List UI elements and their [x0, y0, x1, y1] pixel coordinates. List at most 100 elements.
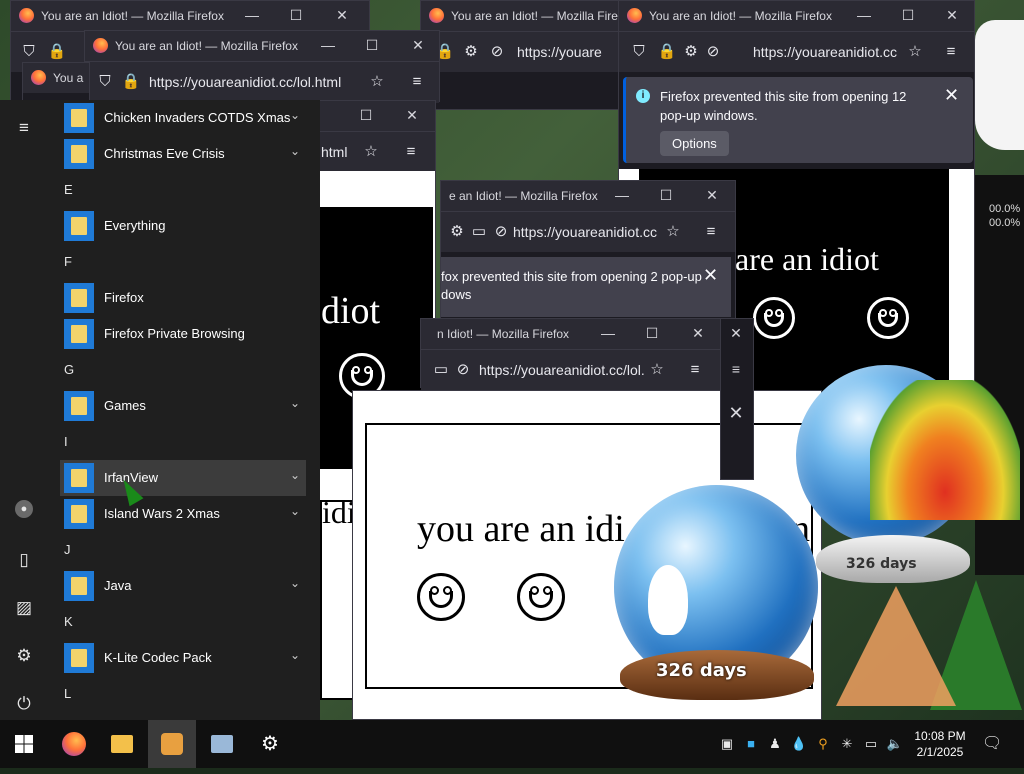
settings-icon[interactable]: ⚙	[12, 644, 36, 668]
firefox-window-9[interactable]: n Idiot! — Mozilla Firefox — ☐ ✕ ▭ ⊘ htt…	[420, 318, 722, 390]
menu-icon[interactable]: ≡	[685, 360, 705, 380]
bookmark-star-icon[interactable]: ☆	[367, 72, 387, 92]
titlebar[interactable]: You are an Idiot! — Mozilla Firefox	[421, 1, 634, 31]
bookmark-star-icon[interactable]: ☆	[905, 42, 925, 62]
maximize-button[interactable]: ☐	[655, 185, 677, 205]
chevron-down-icon[interactable]: ⌄	[290, 648, 300, 662]
bookmark-star-icon[interactable]: ☆	[361, 142, 381, 162]
titlebar[interactable]: You are an Idiot! — Mozilla Firefox — ☐ …	[85, 31, 439, 61]
clock[interactable]: 10:08 PM 2/1/2025	[910, 728, 970, 760]
titlebar[interactable]: e an Idiot! — Mozilla Firefox — ☐ ✕	[441, 181, 735, 211]
shield-icon[interactable]: ⛉	[629, 42, 649, 62]
url-text[interactable]: html	[321, 144, 351, 160]
remote-desktop-taskbar-button[interactable]	[198, 720, 246, 768]
chevron-down-icon[interactable]: ⌄	[290, 108, 300, 122]
app-list-item[interactable]: K-Lite Codec Pack ⌄	[60, 640, 306, 676]
url-text[interactable]: https://youareanidiot.cc	[753, 44, 903, 60]
tracking-icon[interactable]: ⊘	[487, 42, 507, 62]
file-explorer-taskbar-button[interactable]	[98, 720, 146, 768]
url-text[interactable]: https://youareanidiot.cc	[513, 224, 661, 240]
menu-icon[interactable]: ≡	[725, 359, 747, 379]
titlebar[interactable]: n Idiot! — Mozilla Firefox — ☐ ✕	[421, 319, 721, 349]
tray-search-icon[interactable]: ⚲	[814, 734, 832, 754]
section-letter[interactable]: L	[64, 686, 71, 701]
app-list-item[interactable]: Games ⌄	[60, 388, 306, 424]
close-button[interactable]: ✕	[725, 323, 747, 343]
app-list-item[interactable]: Chicken Invaders COTDS Xmas ⌄	[60, 100, 306, 136]
bookmark-star-icon[interactable]: ☆	[647, 360, 667, 380]
url-bar[interactable]: html ☆ ≡	[301, 131, 435, 172]
close-button[interactable]: ✕	[687, 323, 709, 343]
close-button[interactable]: ✕	[701, 185, 723, 205]
maximize-button[interactable]: ☐	[285, 5, 307, 25]
url-text[interactable]: https://youareanidiot.cc/lol.	[479, 362, 647, 378]
tray-app-icon-1[interactable]: ▣	[718, 734, 736, 754]
close-button[interactable]: ✕	[331, 5, 353, 25]
shield-icon[interactable]: ⛉	[19, 42, 39, 62]
maximize-button[interactable]: ☐	[641, 323, 663, 343]
tracking-icon[interactable]: ⊘	[491, 222, 511, 242]
firefox-window-10[interactable]: ✕ ≡ ✕	[720, 318, 754, 480]
camera-icon[interactable]: ▭	[431, 360, 451, 380]
tray-app-icon-3[interactable]: ♟	[766, 734, 784, 754]
close-notification-button[interactable]: ✕	[703, 265, 718, 286]
menu-icon[interactable]: ≡	[401, 142, 421, 162]
titlebar[interactable]: You are an Idiot! — Mozilla Firefox — ☐ …	[619, 1, 974, 31]
tray-app-icon-5[interactable]: ✳	[838, 734, 856, 754]
chevron-down-icon[interactable]: ⌄	[290, 468, 300, 482]
chevron-down-icon[interactable]: ⌄	[290, 576, 300, 590]
app-list-item[interactable]: Everything	[60, 208, 306, 244]
minimize-button[interactable]: —	[317, 35, 339, 55]
permissions-icon[interactable]: ⚙	[681, 42, 701, 62]
chevron-down-icon[interactable]: ⌄	[290, 504, 300, 518]
volume-icon[interactable]: 🔈	[886, 734, 904, 754]
minimize-button[interactable]: —	[853, 5, 875, 25]
user-icon[interactable]: ●	[15, 500, 33, 518]
lock-icon[interactable]: 🔒	[121, 72, 141, 92]
firefox-window-8[interactable]: e an Idiot! — Mozilla Firefox — ☐ ✕ ⚙ ▭ …	[440, 180, 736, 320]
bookmark-star-icon[interactable]: ☆	[663, 222, 683, 242]
app-taskbar-button[interactable]	[148, 720, 196, 768]
notifications-icon[interactable]: 🗨	[982, 734, 1002, 754]
maximize-button[interactable]: ☐	[361, 35, 383, 55]
tray-app-icon-4[interactable]: 💧	[790, 734, 808, 754]
firefox-window-2[interactable]: You are an Idiot! — Mozilla Firefox 🔒 ⚙ …	[420, 0, 634, 110]
maximize-button[interactable]: ☐	[355, 105, 377, 125]
permissions-icon[interactable]: ⚙	[447, 222, 467, 242]
network-icon[interactable]: ▭	[862, 734, 880, 754]
section-letter[interactable]: J	[64, 542, 71, 557]
url-bar[interactable]: ⚙ ▭ ⊘ https://youareanidiot.cc ☆ ≡	[441, 211, 735, 252]
firefox-window-5[interactable]: You a	[22, 62, 90, 102]
settings-taskbar-button[interactable]: ⚙	[246, 720, 294, 768]
maximize-button[interactable]: ☐	[897, 5, 919, 25]
shield-icon[interactable]: ⛉	[95, 72, 115, 92]
titlebar[interactable]: You are an Idiot! — Mozilla Firefox — ☐ …	[11, 1, 369, 31]
close-notification-button[interactable]: ✕	[944, 85, 959, 106]
minimize-button[interactable]: —	[611, 185, 633, 205]
pictures-icon[interactable]: ▨	[12, 596, 36, 620]
chevron-down-icon[interactable]: ⌄	[290, 396, 300, 410]
firefox-window-4[interactable]: You are an Idiot! — Mozilla Firefox — ☐ …	[84, 30, 440, 103]
tray-app-icon-2[interactable]: ■	[742, 734, 760, 754]
titlebar[interactable]: You a	[23, 63, 89, 93]
close-button[interactable]: ✕	[401, 105, 423, 125]
url-text[interactable]: https://youare	[517, 44, 617, 60]
section-letter[interactable]: I	[64, 434, 68, 449]
lock-icon[interactable]: 🔒	[47, 42, 67, 62]
tracking-icon[interactable]: ⊘	[453, 360, 473, 380]
documents-icon[interactable]: ▯	[12, 548, 36, 572]
section-letter[interactable]: G	[64, 362, 74, 377]
permissions-icon[interactable]: ⚙	[461, 42, 481, 62]
app-list-item[interactable]: Island Wars 2 Xmas ⌄	[60, 496, 306, 532]
minimize-button[interactable]: —	[241, 5, 263, 25]
firefox-taskbar-button[interactable]	[50, 720, 98, 768]
start-button[interactable]	[0, 720, 48, 768]
tracking-icon[interactable]: ⊘	[703, 42, 723, 62]
minimize-button[interactable]: —	[597, 323, 619, 343]
app-list-item[interactable]: Firefox Private Browsing	[60, 316, 306, 352]
power-icon[interactable]: ⏻	[12, 692, 36, 716]
close-notification-button[interactable]: ✕	[725, 403, 747, 423]
options-button[interactable]: Options	[660, 131, 729, 156]
close-button[interactable]: ✕	[941, 5, 963, 25]
app-list-item[interactable]: Firefox	[60, 280, 306, 316]
